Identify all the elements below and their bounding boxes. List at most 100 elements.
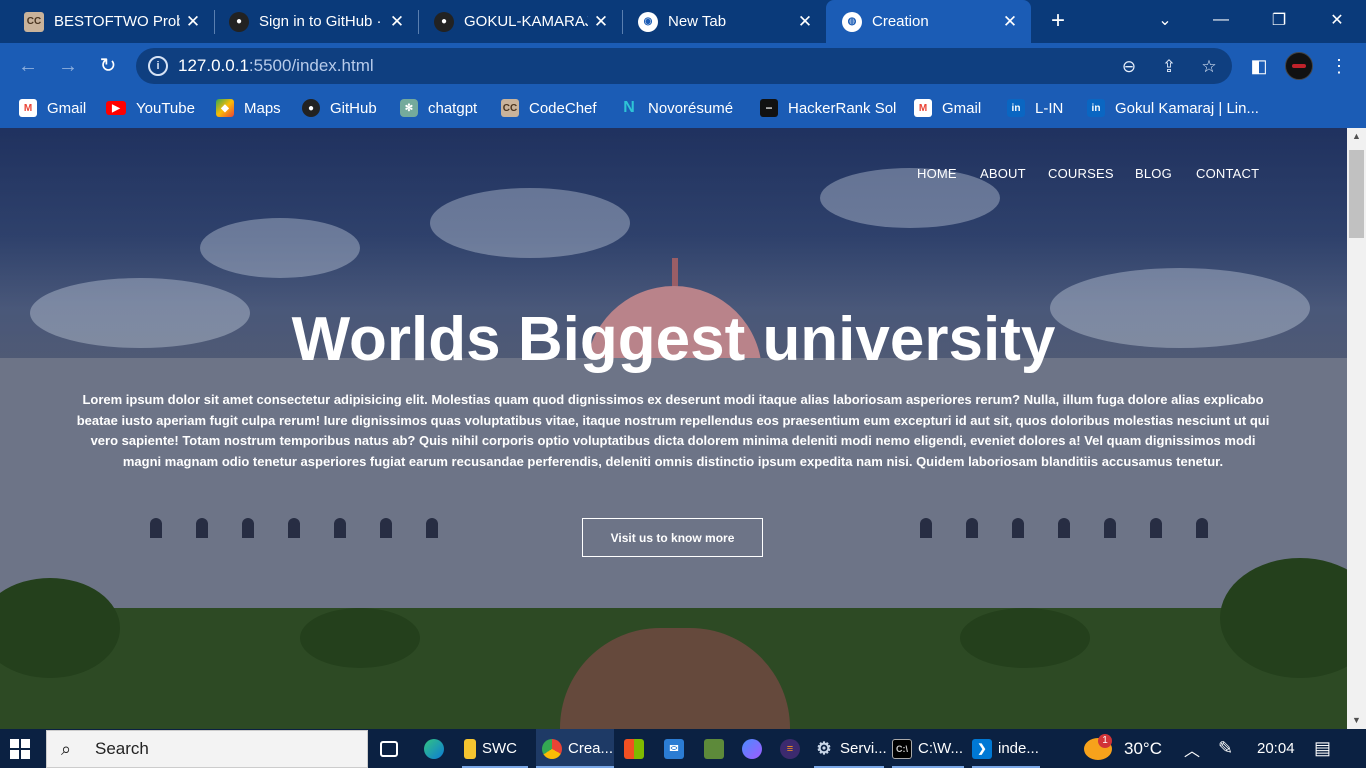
gmail-icon: M: [914, 99, 932, 117]
side-panel-icon[interactable]: ◧: [1245, 52, 1273, 80]
youtube-icon: ▶: [106, 101, 126, 115]
taskbar-app-label: SWC: [482, 740, 517, 757]
scroll-down-icon[interactable]: ▼: [1347, 712, 1366, 729]
browser-tab-strip: CC BESTOFTWO Probl ✕ ● Sign in to GitHub…: [0, 0, 1366, 43]
visit-us-button[interactable]: Visit us to know more: [582, 518, 763, 557]
tab-github-repo[interactable]: ● GOKUL-KAMARAJ/ ✕: [410, 0, 622, 43]
taskbar-edge[interactable]: [424, 729, 450, 768]
scroll-up-icon[interactable]: ▲: [1347, 128, 1366, 145]
clock[interactable]: 20:04: [1257, 729, 1295, 768]
bookmark-label: Gmail: [47, 99, 87, 117]
bookmark-chatgpt[interactable]: ✻ chatgpt: [400, 97, 477, 119]
bookmark-label: Novorésumé: [648, 99, 734, 117]
nav-blog[interactable]: BLOG: [1135, 166, 1172, 181]
forward-button[interactable]: →: [54, 52, 82, 80]
new-tab-button[interactable]: +: [1044, 8, 1072, 36]
edge-icon: [424, 738, 444, 759]
scroll-thumb[interactable]: [1349, 150, 1364, 238]
close-icon[interactable]: ✕: [384, 12, 410, 32]
taskbar-chrome[interactable]: Crea...: [536, 729, 614, 768]
taskbar-store[interactable]: [624, 729, 650, 768]
bookmark-maps[interactable]: ◆ Maps: [216, 97, 281, 119]
minimize-button[interactable]: —: [1198, 0, 1244, 40]
notification-icon[interactable]: ▤: [1314, 729, 1331, 768]
nav-courses[interactable]: COURSES: [1048, 166, 1114, 181]
hero-section: HOME ABOUT COURSES BLOG CONTACT Worlds B…: [0, 128, 1347, 729]
gear-icon: ⚙: [816, 738, 832, 758]
bookmark-codechef[interactable]: CC CodeChef: [501, 97, 597, 119]
menu-kebab-icon[interactable]: ⋮: [1325, 52, 1353, 80]
reload-button[interactable]: ↻: [94, 52, 122, 80]
bookmark-github[interactable]: ● GitHub: [302, 97, 377, 119]
tray-overflow-chevron-icon[interactable]: ︿: [1184, 729, 1200, 768]
windows-start-icon[interactable]: [10, 739, 30, 759]
taskbar-app-label: inde...: [998, 740, 1039, 757]
nav-about[interactable]: ABOUT: [980, 166, 1026, 181]
bookmarks-bar: M Gmail ▶ YouTube ◆ Maps ● GitHub ✻ chat…: [0, 89, 1366, 128]
taskbar-cmd[interactable]: C:\ C:\W...: [892, 729, 964, 768]
search-label: Search: [95, 739, 149, 758]
share-icon[interactable]: ⇪: [1158, 56, 1180, 78]
search-icon: ⌕: [61, 739, 72, 759]
address-bar[interactable]: i 127.0.0.1:5500/index.html ⊖ ⇪ ☆: [136, 48, 1232, 84]
hero-description: Lorem ipsum dolor sit amet consectetur a…: [76, 392, 1270, 470]
window-close-button[interactable]: ✕: [1314, 0, 1360, 40]
github-icon: ●: [434, 11, 454, 32]
taskbar-eclipse[interactable]: ≡: [780, 729, 806, 768]
restore-button[interactable]: ❐: [1256, 0, 1302, 40]
taskbar-services[interactable]: ⚙ Servi...: [814, 729, 887, 768]
close-icon[interactable]: ✕: [997, 12, 1023, 32]
tab-github-signin[interactable]: ● Sign in to GitHub · ✕: [205, 0, 418, 43]
tab-title: Sign in to GitHub ·: [259, 13, 382, 30]
bookmark-label: chatgpt: [428, 99, 478, 117]
chatgpt-icon: ✻: [400, 99, 418, 117]
bookmark-linkedin-profile[interactable]: in Gokul Kamaraj | Lin...: [1087, 97, 1259, 119]
bookmark-star-icon[interactable]: ☆: [1198, 56, 1220, 78]
taskbar-mail[interactable]: ✉: [664, 729, 690, 768]
codechef-icon: CC: [24, 11, 44, 32]
zoom-icon[interactable]: ⊖: [1118, 56, 1140, 78]
tab-bestoftwo[interactable]: CC BESTOFTWO Probl ✕: [0, 0, 214, 43]
site-info-icon[interactable]: i: [148, 56, 168, 76]
tab-search-chevron-icon[interactable]: ⌄: [1142, 0, 1188, 40]
page-scrollbar[interactable]: ▲ ▼: [1347, 128, 1366, 729]
close-icon[interactable]: ✕: [588, 12, 614, 32]
hero-title: Worlds Biggest university: [291, 305, 1056, 374]
github-icon: ●: [229, 11, 249, 32]
codechef-icon: CC: [501, 99, 519, 117]
taskbar-app-label: Crea...: [568, 740, 614, 757]
bookmark-youtube[interactable]: ▶ YouTube: [106, 97, 195, 119]
weather-badge: 1: [1098, 733, 1112, 748]
taskbar-copilot[interactable]: [742, 729, 768, 768]
bookmark-label: GitHub: [330, 99, 377, 117]
nav-contact[interactable]: CONTACT: [1196, 166, 1259, 181]
linkedin-icon: in: [1087, 99, 1105, 117]
folder-icon: [464, 738, 476, 759]
taskbar-file-explorer[interactable]: SWC: [462, 729, 528, 768]
bookmark-label: Gokul Kamaraj | Lin...: [1115, 99, 1259, 117]
bookmark-label: CodeChef: [529, 99, 597, 117]
bookmark-novoresume[interactable]: N Novorésumé: [620, 97, 733, 119]
bookmark-gmail[interactable]: M Gmail: [19, 97, 86, 119]
close-icon[interactable]: ✕: [792, 12, 818, 32]
taskbar-vscode[interactable]: ❯ inde...: [972, 729, 1040, 768]
bookmark-hackerrank[interactable]: ▬ HackerRank Sol: [760, 97, 896, 119]
pen-icon[interactable]: ✎: [1218, 729, 1233, 768]
copilot-icon: [742, 738, 762, 759]
bookmark-linkedin[interactable]: in L-IN: [1007, 97, 1063, 119]
chrome-icon: [542, 738, 562, 759]
nav-home[interactable]: HOME: [917, 166, 957, 181]
close-icon[interactable]: ✕: [180, 12, 206, 32]
bookmark-label: HackerRank Sol: [788, 99, 897, 117]
taskbar-search-box[interactable]: ⌕ Search: [46, 730, 368, 768]
weather-widget[interactable]: 1 30°C: [1084, 729, 1162, 768]
globe-icon: ◍: [842, 11, 862, 32]
back-button[interactable]: ←: [14, 52, 42, 80]
linkedin-icon: in: [1007, 99, 1025, 117]
taskbar-minecraft[interactable]: [704, 729, 730, 768]
profile-avatar[interactable]: [1285, 52, 1313, 80]
tab-new-tab[interactable]: ◉ New Tab ✕: [614, 0, 826, 43]
task-view-button[interactable]: [380, 729, 404, 768]
tab-creation[interactable]: ◍ Creation ✕: [826, 0, 1031, 43]
bookmark-gmail-2[interactable]: M Gmail: [914, 97, 981, 119]
